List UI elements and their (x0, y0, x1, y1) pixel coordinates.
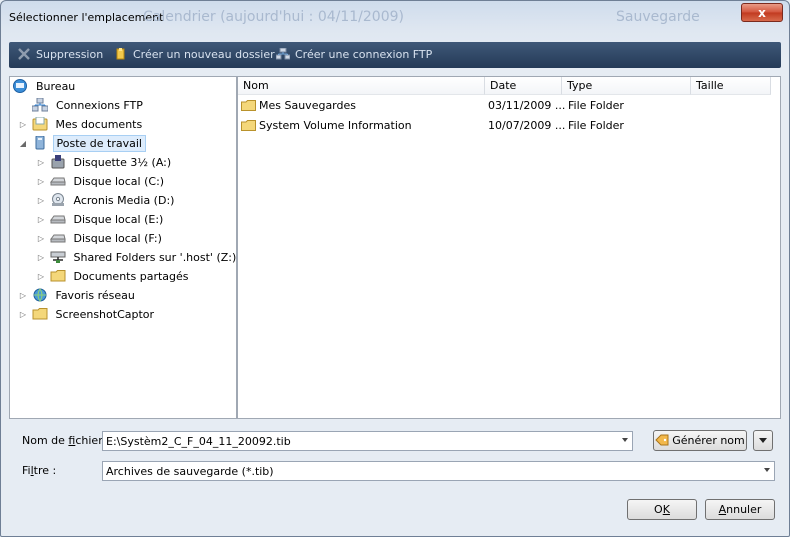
ftp-connection-icon (276, 48, 290, 60)
delete-button[interactable]: Suppression (17, 48, 103, 61)
tree-item-ftp-connections[interactable]: Connexions FTP (32, 98, 146, 117)
ftp-connection-button[interactable]: Créer une connexion FTP (276, 48, 432, 61)
column-header-size[interactable]: Taille (691, 77, 771, 95)
ok-button[interactable]: OK (627, 499, 697, 520)
toolbar: Suppression Créer un nouveau dossier Cré… (9, 42, 781, 68)
column-header-date[interactable]: Date (485, 77, 562, 95)
close-button[interactable]: x (741, 3, 783, 22)
expand-arrow-icon[interactable]: ▷ (36, 234, 46, 243)
file-type: File Folder (568, 99, 624, 112)
cd-drive-icon (51, 193, 64, 206)
delete-label: Suppression (36, 48, 104, 61)
chevron-down-icon (759, 438, 767, 443)
expand-arrow-icon[interactable]: ▷ (36, 253, 46, 262)
network-icon (33, 288, 46, 302)
column-header-name[interactable]: Nom (238, 77, 485, 95)
select-location-dialog: Sélectionner l'emplacement Calendrier (a… (0, 0, 790, 537)
network-drive-icon (50, 251, 65, 263)
expand-arrow-icon[interactable]: ▷ (36, 158, 46, 167)
filename-label: Nom de fichier : (22, 434, 110, 447)
dialog-title: Sélectionner l'emplacement (9, 11, 164, 24)
new-folder-icon (116, 48, 125, 60)
title-bar[interactable]: Sélectionner l'emplacement Calendrier (a… (1, 1, 789, 31)
new-folder-label: Créer un nouveau dossier (133, 48, 275, 61)
expand-arrow-icon[interactable]: ▷ (18, 310, 28, 319)
delete-icon (18, 48, 30, 60)
tree-item-shared-docs[interactable]: ▷ Documents partagés (36, 269, 192, 288)
folder-icon (241, 100, 256, 111)
file-row[interactable]: System Volume Information 10/07/2009 ...… (238, 116, 778, 136)
hard-drive-icon (49, 215, 66, 224)
close-icon: x (758, 6, 766, 20)
generate-name-button[interactable]: Générer nom (653, 430, 747, 451)
filename-combobox[interactable]: E:\Systèm2_C_F_04_11_20092.tib (102, 431, 633, 451)
collapse-arrow-icon[interactable]: ◢ (18, 139, 28, 148)
tree-item-shared-z[interactable]: ▷ Shared Folders sur '.host' (Z:) (36, 250, 239, 269)
tag-icon (655, 434, 669, 446)
file-date: 03/11/2009 ... (488, 99, 566, 112)
tree-item-disk-f[interactable]: ▷ Disque local (F:) (36, 231, 165, 250)
filter-label: Filtre : (22, 464, 57, 477)
tree-item-disk-e[interactable]: ▷ Disque local (E:) (36, 212, 166, 231)
expand-arrow-icon[interactable]: ▷ (36, 177, 46, 186)
folder-icon (32, 308, 47, 320)
new-folder-button[interactable]: Créer un nouveau dossier (114, 48, 275, 61)
column-header-type[interactable]: Type (562, 77, 691, 95)
tree-item-bureau[interactable]: Bureau (12, 79, 78, 98)
file-type: File Folder (568, 119, 624, 132)
expand-arrow-icon[interactable]: ▷ (36, 215, 46, 224)
filename-value: E:\Systèm2_C_F_04_11_20092.tib (106, 435, 291, 448)
file-date: 10/07/2009 ... (488, 119, 566, 132)
tree-item-disk-c[interactable]: ▷ Disque local (C:) (36, 174, 167, 193)
folder-icon (241, 120, 256, 131)
folder-tree[interactable]: Bureau Connexions FTP ▷ Mes documents ◢ … (9, 76, 237, 419)
expand-arrow-icon[interactable]: ▷ (18, 120, 28, 129)
filter-combobox[interactable]: Archives de sauvegarde (*.tib) (102, 461, 775, 481)
tree-item-screenshotcaptor[interactable]: ▷ ScreenshotCaptor (18, 307, 157, 326)
tree-item-favoris-reseau[interactable]: ▷ Favoris réseau (18, 288, 138, 307)
generate-name-dropdown[interactable] (753, 430, 773, 451)
chevron-down-icon[interactable] (764, 468, 770, 472)
ftp-connection-label: Créer une connexion FTP (295, 48, 433, 61)
file-name: System Volume Information (241, 119, 412, 132)
expand-arrow-icon[interactable]: ▷ (18, 291, 28, 300)
file-row[interactable]: Mes Sauvegardes 03/11/2009 ... File Fold… (238, 96, 778, 116)
documents-icon (32, 117, 47, 131)
computer-icon (35, 136, 44, 150)
cancel-button[interactable]: Annuler (705, 499, 775, 520)
ftp-connections-icon (32, 98, 48, 112)
desktop-icon (13, 79, 27, 93)
file-list[interactable]: Nom Date Type Taille Mes Sauvegardes 03/… (237, 76, 781, 419)
expand-arrow-icon[interactable]: ▷ (36, 196, 46, 205)
background-calendar-title: Calendrier (aujourd'hui : 04/11/2009) (143, 9, 404, 25)
chevron-down-icon[interactable] (622, 438, 628, 442)
tree-item-acronis-d[interactable]: ▷ Acronis Media (D:) (36, 193, 177, 212)
tree-item-poste-de-travail[interactable]: ◢ Poste de travail (18, 135, 146, 155)
tree-item-mes-documents[interactable]: ▷ Mes documents (18, 117, 145, 136)
hard-drive-icon (49, 234, 66, 243)
expand-arrow-icon[interactable]: ▷ (36, 272, 46, 281)
floppy-icon (51, 155, 64, 169)
file-name: Mes Sauvegardes (241, 99, 356, 112)
hard-drive-icon (49, 177, 66, 186)
filter-value: Archives de sauvegarde (*.tib) (106, 465, 274, 478)
background-backup-title: Sauvegarde (616, 9, 700, 25)
folder-icon (50, 270, 65, 282)
tree-item-floppy-a[interactable]: ▷ Disquette 3½ (A:) (36, 155, 174, 174)
